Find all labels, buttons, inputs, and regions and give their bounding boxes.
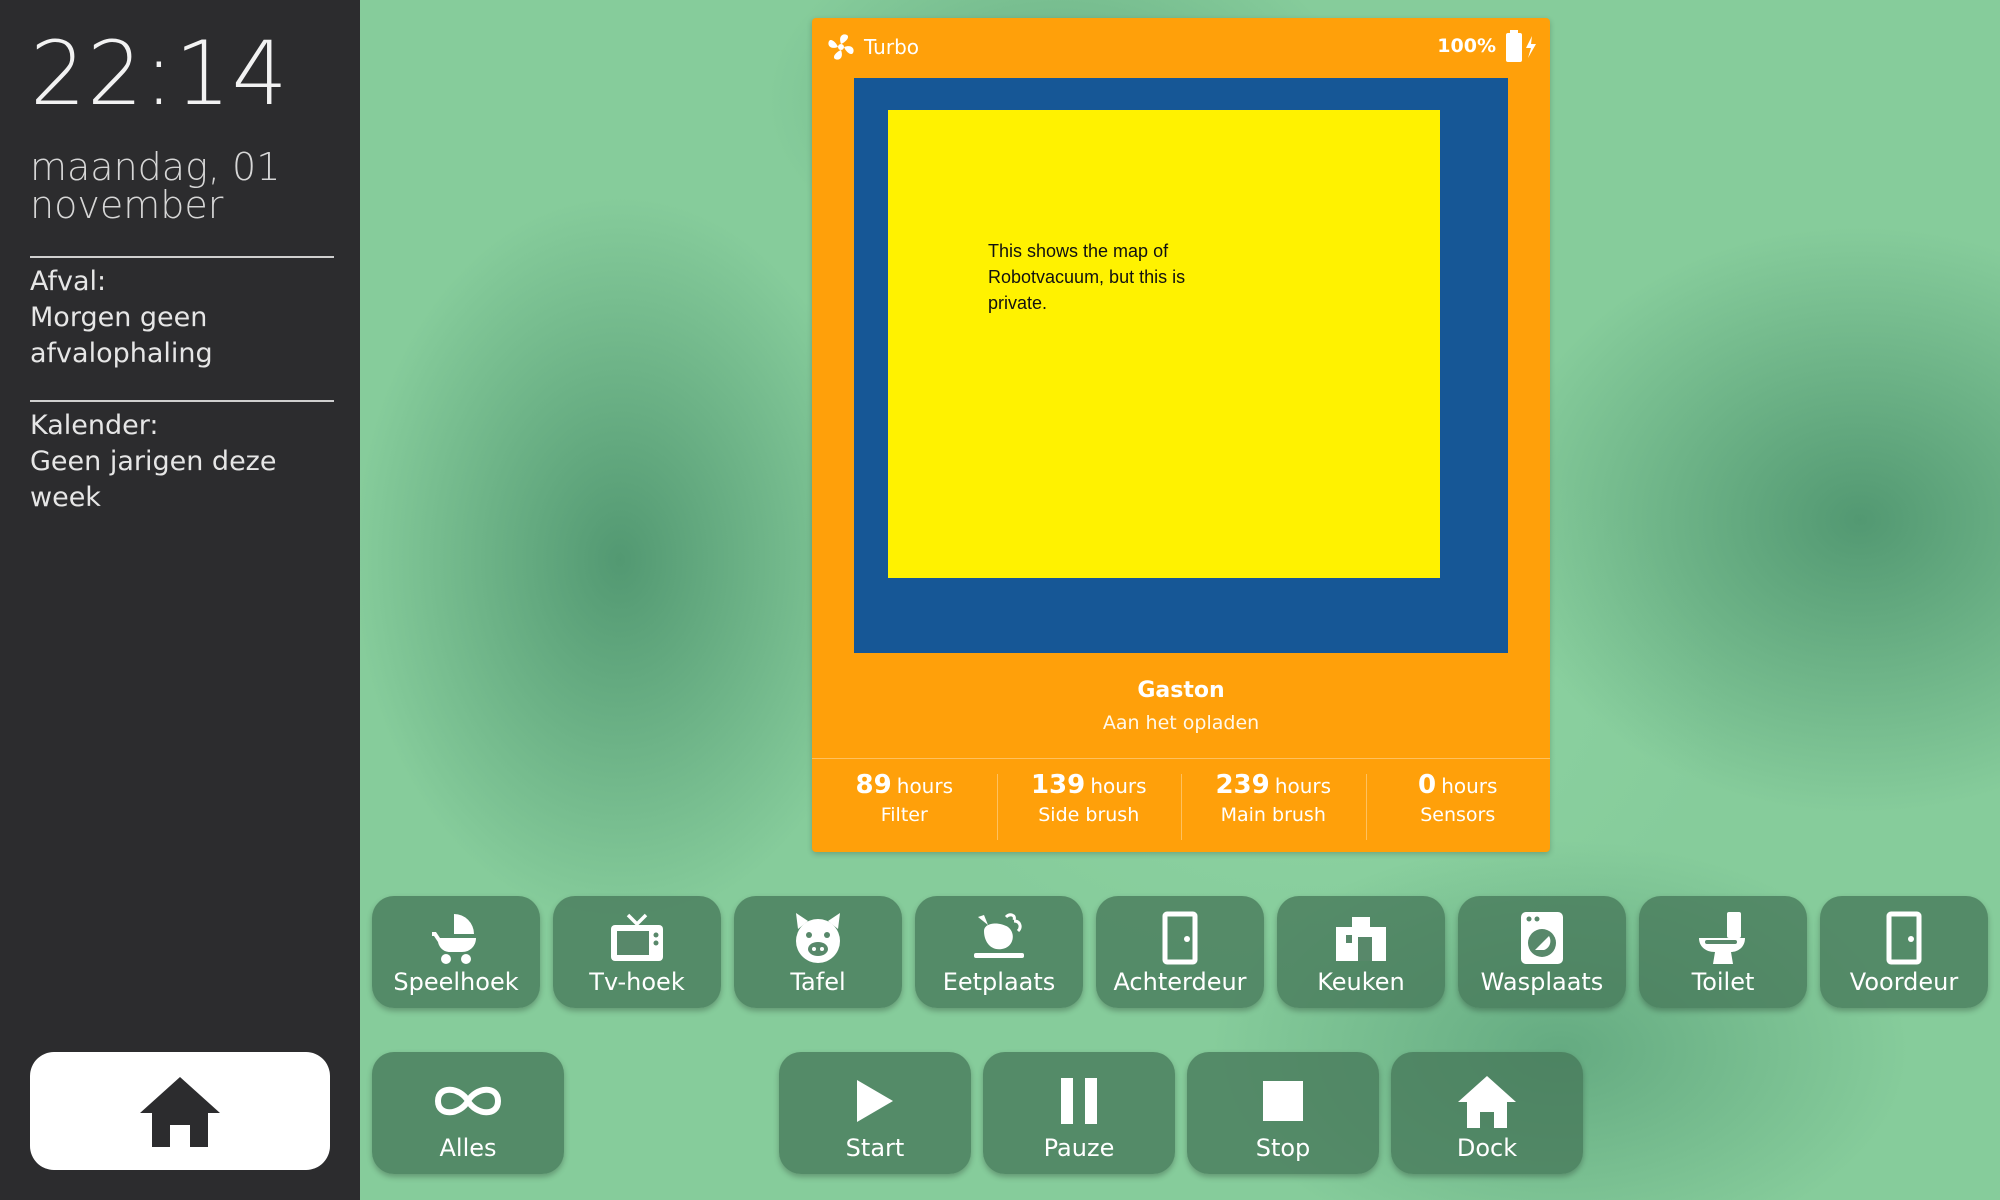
- calendar-text: Geen jarigen deze week: [30, 446, 277, 513]
- battery-level: 100%: [1437, 35, 1496, 57]
- action-label: Start: [845, 1134, 905, 1162]
- room-button-keuken[interactable]: Keuken: [1277, 896, 1445, 1008]
- vacuum-status: Aan het opladen: [1102, 712, 1260, 734]
- battery-charging-icon: [1504, 30, 1538, 62]
- room-button-voordeur[interactable]: Voordeur: [1820, 896, 1988, 1008]
- room-label: Speelhoek: [393, 968, 519, 996]
- vacuum-card: Turbo 100% This shows the map of Robotva…: [812, 18, 1550, 852]
- washing-machine-icon: [1458, 910, 1626, 966]
- vacuum-map: This shows the map of Robotvacuum, but t…: [854, 78, 1508, 653]
- room-label: Eetplaats: [942, 968, 1056, 996]
- room-button-achterdeur[interactable]: Achterdeur: [1096, 896, 1264, 1008]
- fan-mode[interactable]: Turbo: [826, 32, 919, 62]
- food-turkey-icon: [915, 910, 1083, 966]
- baby-carriage-icon: [372, 910, 540, 966]
- stat-label: Sensors: [1420, 804, 1496, 826]
- stop-button[interactable]: Stop: [1187, 1052, 1379, 1174]
- fan-mode-label: Turbo: [864, 35, 920, 59]
- stat-filter: 89 hours Filter: [812, 770, 997, 826]
- fridge-icon: [1277, 910, 1445, 966]
- stat-value: 0: [1418, 770, 1437, 800]
- home-icon: [1391, 1072, 1583, 1130]
- stat-main-brush: 239 hours Main brush: [1181, 770, 1366, 840]
- tv-icon: [553, 910, 721, 966]
- clean-all-button[interactable]: Alles: [372, 1052, 564, 1174]
- room-label: Voordeur: [1849, 968, 1959, 996]
- vacuum-name: Gaston: [1137, 678, 1225, 703]
- battery-indicator: 100%: [1437, 30, 1538, 62]
- clock: 22:14: [30, 22, 289, 125]
- stat-value: 139: [1030, 770, 1086, 800]
- stat-label: Main brush: [1220, 804, 1326, 826]
- room-label: Toilet: [1691, 968, 1755, 996]
- stop-icon: [1187, 1072, 1379, 1130]
- waste-title: Afval:: [30, 266, 107, 297]
- maintenance-stats: 89 hours Filter 139 hours Side brush 239…: [812, 770, 1551, 840]
- action-label: Alles: [439, 1134, 497, 1162]
- fan-icon: [826, 32, 856, 62]
- divider: [812, 758, 1550, 759]
- door-icon: [1820, 910, 1988, 966]
- sidebar: 22:14 maandag, 01 november Afval: Morgen…: [0, 0, 360, 1200]
- room-label: Achterdeur: [1113, 968, 1247, 996]
- toilet-icon: [1639, 910, 1807, 966]
- map-note: This shows the map of Robotvacuum, but t…: [988, 241, 1186, 313]
- room-button-speelhoek[interactable]: Speelhoek: [372, 896, 540, 1008]
- room-label: Wasplaats: [1480, 968, 1604, 996]
- room-button-tv-hoek[interactable]: Tv-hoek: [553, 896, 721, 1008]
- play-icon: [779, 1072, 971, 1130]
- stat-label: Side brush: [1038, 804, 1140, 826]
- start-button[interactable]: Start: [779, 1052, 971, 1174]
- stat-value: 89: [855, 770, 892, 800]
- room-button-tafel[interactable]: Tafel: [734, 896, 902, 1008]
- pause-icon: [983, 1072, 1175, 1130]
- stat-unit: hours: [1441, 774, 1498, 798]
- action-label: Dock: [1456, 1134, 1518, 1162]
- stat-side-brush: 139 hours Side brush: [996, 770, 1182, 840]
- stat-label: Filter: [880, 804, 928, 826]
- dock-button[interactable]: Dock: [1391, 1052, 1583, 1174]
- calendar-info: Kalender: Geen jarigen deze week: [30, 408, 340, 516]
- infinity-icon: [372, 1072, 564, 1130]
- stat-value: 239: [1215, 770, 1270, 800]
- home-button[interactable]: [30, 1052, 330, 1170]
- stat-unit: hours: [1090, 774, 1147, 798]
- stat-unit: hours: [896, 774, 953, 798]
- room-label: Tv-hoek: [589, 968, 685, 996]
- room-label: Keuken: [1317, 968, 1405, 996]
- waste-info: Afval: Morgen geen afvalophaling: [30, 264, 340, 372]
- stat-unit: hours: [1274, 774, 1332, 798]
- room-button-wasplaats[interactable]: Wasplaats: [1458, 896, 1626, 1008]
- pig-icon: [734, 910, 902, 966]
- action-label: Stop: [1255, 1134, 1311, 1162]
- divider: [30, 256, 334, 258]
- pause-button[interactable]: Pauze: [983, 1052, 1175, 1174]
- calendar-title: Kalender:: [30, 410, 159, 441]
- room-button-toilet[interactable]: Toilet: [1639, 896, 1807, 1008]
- date: maandag, 01 november: [30, 145, 281, 227]
- divider: [30, 400, 334, 402]
- action-label: Pauze: [1043, 1134, 1115, 1162]
- door-icon: [1096, 910, 1264, 966]
- room-button-eetplaats[interactable]: Eetplaats: [915, 896, 1083, 1008]
- stat-sensors: 0 hours Sensors: [1365, 770, 1551, 840]
- room-label: Tafel: [790, 968, 846, 996]
- home-icon: [138, 1075, 222, 1147]
- map-area: This shows the map of Robotvacuum, but t…: [888, 110, 1440, 578]
- waste-text: Morgen geen afvalophaling: [30, 302, 213, 369]
